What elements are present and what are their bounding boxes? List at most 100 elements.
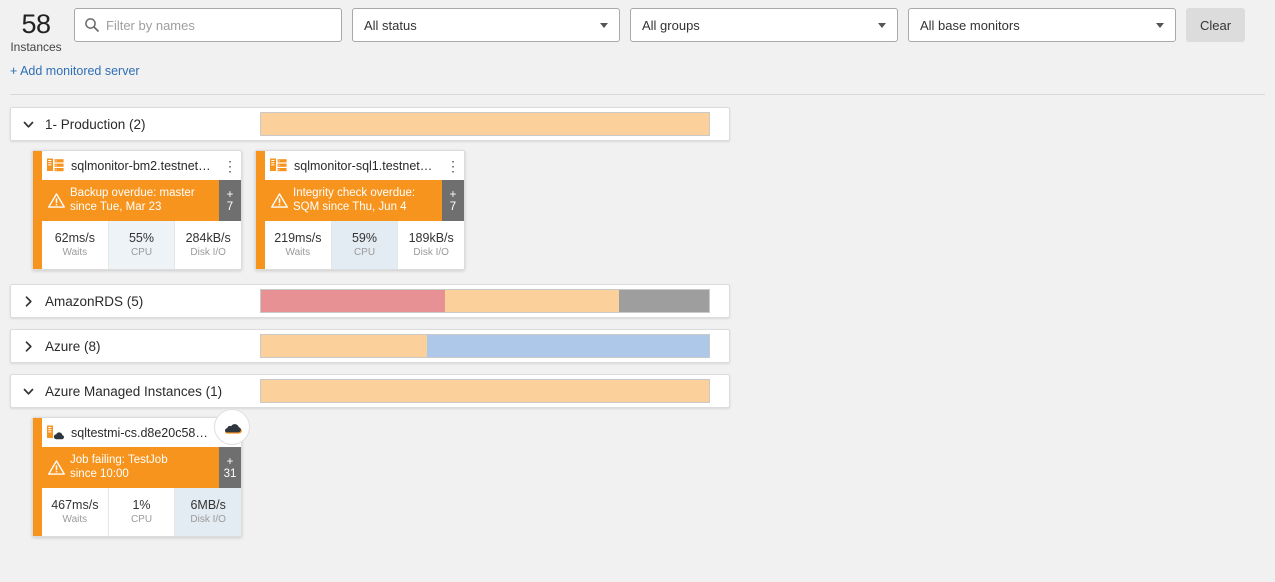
kebab-menu-icon[interactable]: ⋮: [223, 160, 237, 172]
cloud-icon[interactable]: [214, 409, 250, 445]
instance-card-body: sqlmonitor-bm2.testnet…⋮Backup overdue: …: [33, 151, 241, 269]
server-cloud-icon: [47, 425, 64, 440]
more-alerts-badge[interactable]: +7: [219, 180, 241, 221]
warning-triangle-icon: [265, 180, 293, 221]
instance-card[interactable]: sqlmonitor-bm2.testnet…⋮Backup overdue: …: [32, 150, 242, 270]
severity-stripe: [33, 418, 42, 536]
status-filter-value: All status: [364, 18, 417, 33]
metric-value: 59%: [352, 231, 377, 246]
chevron-right-icon[interactable]: [11, 340, 45, 353]
metrics-row: 219ms/sWaits59%CPU189kB/sDisk I/O: [265, 221, 464, 269]
metric-cell[interactable]: 219ms/sWaits: [265, 221, 331, 269]
group-status-bar: [260, 289, 710, 313]
metric-cell[interactable]: 62ms/sWaits: [42, 221, 108, 269]
status-bar-segment: [261, 290, 445, 312]
group-header-row[interactable]: Azure (8): [10, 329, 730, 363]
group-header-row[interactable]: Azure Managed Instances (1): [10, 374, 730, 408]
search-field-wrapper: [74, 8, 342, 42]
status-bar-segment: [261, 380, 709, 402]
instance-card-list: sqltestmi-cs.d8e20c58…Job failing: TestJ…: [10, 417, 1275, 537]
kebab-menu-icon[interactable]: ⋮: [446, 160, 460, 172]
alert-banner[interactable]: Integrity check overdue:SQM since Thu, J…: [265, 180, 464, 221]
base-monitor-filter-value: All base monitors: [920, 18, 1020, 33]
more-alerts-badge[interactable]: +31: [219, 447, 241, 488]
instance-card-body: sqltestmi-cs.d8e20c58…Job failing: TestJ…: [33, 418, 241, 536]
metric-cell[interactable]: 55%CPU: [108, 221, 175, 269]
severity-stripe: [33, 151, 42, 269]
chevron-down-icon[interactable]: [11, 385, 45, 398]
alert-banner[interactable]: Backup overdue: mastersince Tue, Mar 23+…: [42, 180, 241, 221]
metric-value: 284kB/s: [186, 231, 231, 246]
metric-value: 219ms/s: [274, 231, 321, 246]
clear-filters-button[interactable]: Clear: [1186, 8, 1245, 42]
more-alerts-count: 7: [227, 201, 233, 213]
base-monitor-filter-select[interactable]: All base monitors: [908, 8, 1176, 42]
search-input[interactable]: [74, 8, 342, 42]
instance-group-list: 1- Production (2) sqlmonitor-bm2.testnet……: [0, 95, 1275, 537]
status-bar-segment: [445, 290, 620, 312]
metric-label: Waits: [286, 246, 311, 259]
more-alerts-plus: +: [227, 456, 234, 468]
instance-counter: 58 Instances: [0, 8, 72, 54]
warning-triangle-icon: [42, 447, 70, 488]
metric-label: CPU: [131, 246, 152, 259]
more-alerts-count: 7: [450, 201, 456, 213]
metrics-row: 62ms/sWaits55%CPU284kB/sDisk I/O: [42, 221, 241, 269]
status-bar-segment: [261, 335, 427, 357]
group-title: Azure (8): [45, 339, 260, 354]
group-header-row[interactable]: AmazonRDS (5): [10, 284, 730, 318]
server-database-icon: [47, 158, 64, 173]
alert-line-2: since Tue, Mar 23: [70, 201, 215, 215]
instance-card-header: sqltestmi-cs.d8e20c58…: [33, 418, 241, 447]
more-alerts-plus: +: [227, 189, 234, 201]
metric-cell[interactable]: 284kB/sDisk I/O: [174, 221, 241, 269]
more-alerts-badge[interactable]: +7: [442, 180, 464, 221]
metric-label: Waits: [63, 513, 88, 526]
metric-value: 467ms/s: [51, 498, 98, 513]
metric-label: CPU: [354, 246, 375, 259]
status-bar-segment: [427, 335, 709, 357]
instance-card[interactable]: sqlmonitor-sql1.testnet…⋮ Integrity check…: [255, 150, 465, 270]
metric-cell[interactable]: 59%CPU: [331, 221, 398, 269]
group-filter-select[interactable]: All groups: [630, 8, 898, 42]
chevron-down-icon[interactable]: [11, 118, 45, 131]
filter-toolbar: 58 Instances All status All groups All b…: [0, 0, 1275, 56]
group-title: AmazonRDS (5): [45, 294, 260, 309]
add-server-row: + Add monitored server: [0, 56, 1275, 80]
metrics-row: 467ms/sWaits1%CPU6MB/sDisk I/O: [42, 488, 241, 536]
alert-text: Backup overdue: mastersince Tue, Mar 23: [70, 180, 219, 221]
metric-cell[interactable]: 6MB/sDisk I/O: [174, 488, 241, 536]
instance-card-header: sqlmonitor-bm2.testnet…⋮: [33, 151, 241, 180]
server-database-icon: [270, 158, 287, 173]
status-filter-select[interactable]: All status: [352, 8, 620, 42]
instance-name: sqlmonitor-sql1.testnet…: [294, 159, 446, 173]
group-status-bar: [260, 112, 710, 136]
metric-value: 62ms/s: [55, 231, 95, 246]
metric-value: 6MB/s: [190, 498, 225, 513]
group-filter-value: All groups: [642, 18, 700, 33]
instance-count-value: 58: [0, 9, 72, 39]
chevron-right-icon[interactable]: [11, 295, 45, 308]
group-title: 1- Production (2): [45, 117, 260, 132]
group-header-row[interactable]: 1- Production (2): [10, 107, 730, 141]
alert-line-2: SQM since Thu, Jun 4: [293, 201, 438, 215]
alert-banner[interactable]: Job failing: TestJobsince 10:00+31: [42, 447, 241, 488]
alert-line-1: Integrity check overdue:: [293, 187, 438, 201]
metric-label: Disk I/O: [190, 513, 226, 526]
status-bar-segment: [619, 290, 709, 312]
metric-value: 1%: [132, 498, 150, 513]
group-title: Azure Managed Instances (1): [45, 384, 260, 399]
metric-cell[interactable]: 467ms/sWaits: [42, 488, 108, 536]
alert-line-1: Job failing: TestJob: [70, 454, 215, 468]
metric-label: Waits: [63, 246, 88, 259]
add-monitored-server-link[interactable]: + Add monitored server: [10, 64, 140, 78]
metric-cell[interactable]: 189kB/sDisk I/O: [397, 221, 464, 269]
more-alerts-count: 31: [224, 468, 237, 480]
instance-card-list: sqlmonitor-bm2.testnet…⋮Backup overdue: …: [10, 150, 1275, 270]
group-status-bar: [260, 379, 710, 403]
metric-cell[interactable]: 1%CPU: [108, 488, 175, 536]
alert-text: Job failing: TestJobsince 10:00: [70, 447, 219, 488]
instance-card[interactable]: sqltestmi-cs.d8e20c58…Job failing: TestJ…: [32, 417, 242, 537]
more-alerts-plus: +: [450, 189, 457, 201]
metric-label: Disk I/O: [413, 246, 449, 259]
